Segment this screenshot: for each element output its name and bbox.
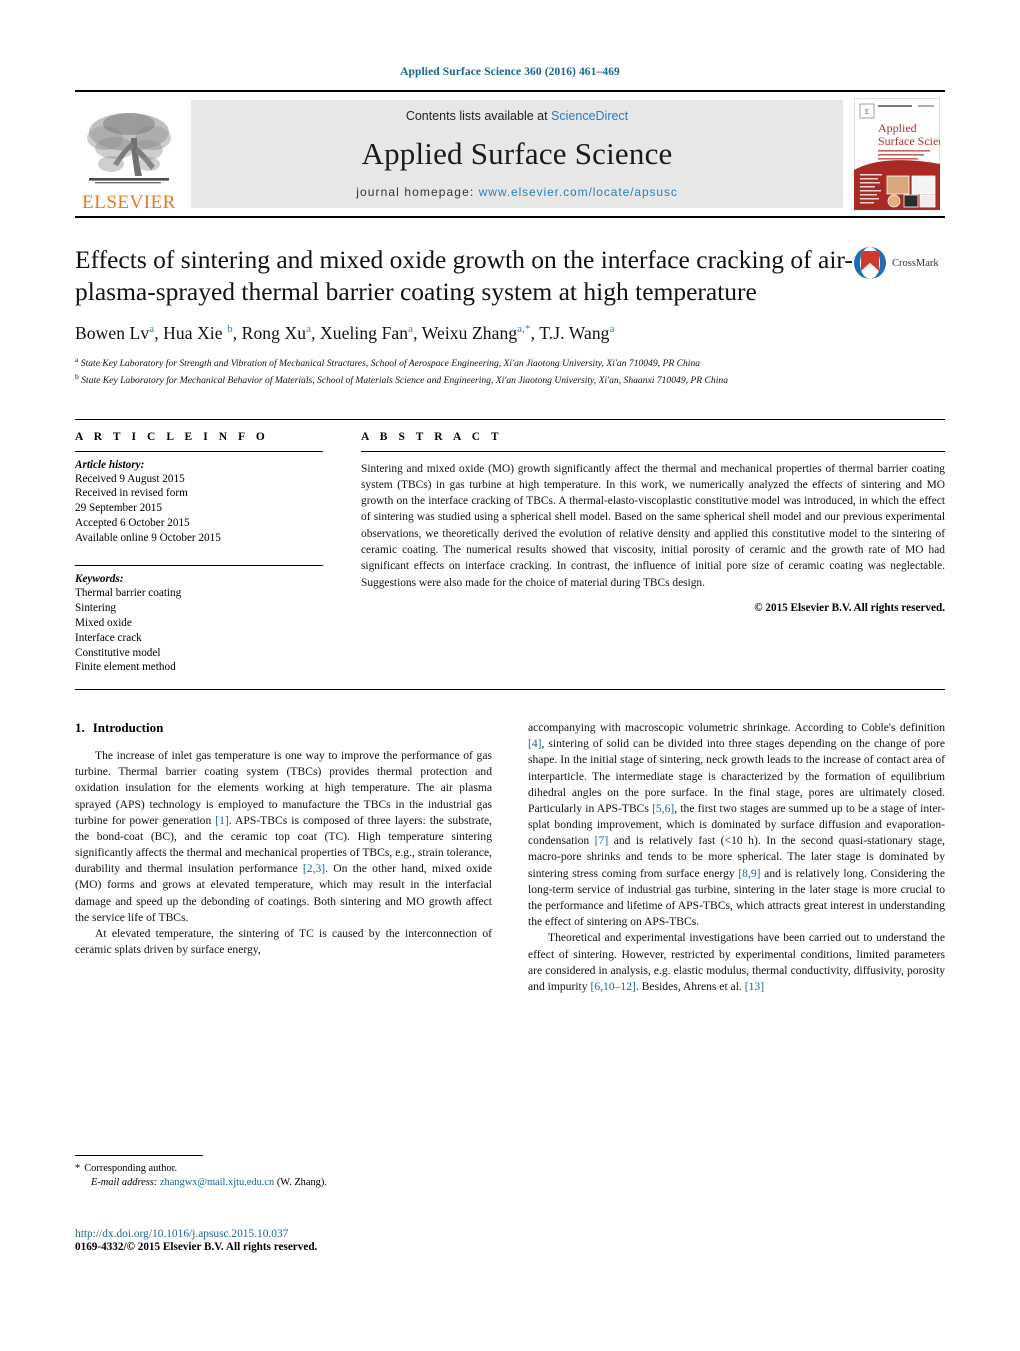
contents-prefix: Contents lists available at: [405, 109, 552, 123]
article-history-3: Accepted 6 October 2015: [75, 516, 190, 529]
article-history-0: Received 9 August 2015: [75, 472, 185, 485]
abstract-copyright: © 2015 Elsevier B.V. All rights reserved…: [754, 601, 945, 614]
article-info-heading: A R T I C L E I N F O: [75, 430, 269, 443]
title-block: Effects of sintering and mixed oxide gro…: [75, 244, 945, 389]
article-history-4: Available online 9 October 2015: [75, 531, 221, 544]
svg-text:E: E: [865, 108, 869, 116]
corresponding-author-line: * Corresponding author.: [75, 1162, 492, 1176]
abstract-column: A B S T R A C T Sintering and mixed oxid…: [345, 431, 945, 676]
intro-paragraph-2-cont: accompanying with macroscopic volumetric…: [528, 721, 945, 929]
journal-masthead: ELSEVIER Contents lists available at Sci…: [75, 90, 945, 218]
abstract-text: Sintering and mixed oxide (MO) growth si…: [361, 462, 945, 589]
svg-text:Applied: Applied: [878, 121, 917, 135]
homepage-prefix: journal homepage:: [356, 185, 479, 199]
elsevier-logo: ELSEVIER: [75, 92, 183, 216]
journal-homepage-link[interactable]: www.elsevier.com/locate/apsusc: [479, 185, 678, 199]
keyword-1: Sintering: [75, 602, 117, 615]
affiliation-b-text: State Key Laboratory for Mechanical Beha…: [81, 375, 728, 387]
intro-paragraph-3: Theoretical and experimental investigati…: [528, 931, 945, 993]
affiliation-a-text: State Key Laboratory for Strength and Vi…: [80, 358, 701, 370]
keywords-label: Keywords:: [75, 573, 124, 586]
svg-text:Surface Science: Surface Science: [878, 134, 940, 148]
journal-cover-image: E Applied Surface Science: [854, 98, 940, 210]
keywords-rule: [75, 565, 323, 567]
article-page: Applied Surface Science 360 (2016) 461–4…: [0, 0, 1020, 1351]
running-head: Applied Surface Science 360 (2016) 461–4…: [400, 66, 620, 78]
journal-band: Contents lists available at ScienceDirec…: [191, 100, 843, 208]
crossmark-badge[interactable]: CrossMark: [853, 246, 945, 280]
keyword-0: Thermal barrier coating: [75, 587, 182, 600]
journal-homepage-line: journal homepage: www.elsevier.com/locat…: [356, 185, 678, 199]
abstract-heading: A B S T R A C T: [361, 430, 503, 443]
affiliations: a State Key Laboratory for Strength and …: [75, 355, 945, 388]
article-info-column: A R T I C L E I N F O Article history: R…: [75, 431, 345, 676]
email-label: E-mail address:: [91, 1177, 158, 1189]
elsevier-tree-icon: [87, 113, 171, 184]
journal-title: Applied Surface Science: [361, 136, 673, 171]
keyword-5: Finite element method: [75, 661, 176, 674]
intro-paragraph-2: At elevated temperature, the sintering o…: [75, 926, 492, 957]
affiliation-b: b State Key Laboratory for Mechanical Be…: [75, 372, 945, 388]
abstract-rule: [361, 450, 945, 452]
body-column-left: 1. Introduction The increase of inlet gas…: [75, 720, 492, 995]
crossmark-label: CrossMark: [892, 257, 939, 269]
article-title: Effects of sintering and mixed oxide gro…: [75, 245, 853, 307]
info-abstract-section: A R T I C L E I N F O Article history: R…: [75, 418, 945, 691]
article-history-label: Article history:: [75, 458, 145, 471]
keyword-4: Constitutive model: [75, 646, 161, 659]
section-label: Introduction: [92, 720, 164, 736]
affiliation-a: a State Key Laboratory for Strength and …: [75, 355, 945, 371]
email-suffix: (W. Zhang).: [276, 1177, 327, 1189]
article-history-2: 29 September 2015: [75, 502, 162, 515]
body-column-right: accompanying with macroscopic volumetric…: [528, 720, 945, 995]
keywords-block: Keywords: Thermal barrier coating Sinter…: [75, 565, 323, 675]
elsevier-wordmark: ELSEVIER: [82, 192, 176, 213]
email-line: E-mail address: zhangwx@mail.xjtu.edu.cn…: [75, 1176, 492, 1190]
doi-link[interactable]: http://dx.doi.org/10.1016/j.apsusc.2015.…: [75, 1228, 505, 1240]
body-columns: 1. Introduction The increase of inlet gas…: [75, 720, 945, 995]
article-history-1: Received in revised form: [75, 487, 188, 500]
intro-paragraph-1: The increase of inlet gas temperature is…: [75, 749, 492, 924]
affiliation-b-marker: b: [75, 372, 79, 382]
keyword-3: Interface crack: [75, 631, 142, 644]
author-list: Bowen Lva, Hua Xie b, Rong Xua, Xueling …: [75, 323, 615, 344]
journal-cover-thumbnail: E Applied Surface Science: [849, 92, 945, 216]
footnote-rule: [75, 1155, 203, 1156]
contents-lists-line: Contents lists available at ScienceDirec…: [406, 109, 628, 123]
keyword-2: Mixed oxide: [75, 616, 132, 629]
corresponding-author-footnote: * Corresponding author. E-mail address: z…: [75, 1155, 492, 1191]
article-info-rule: [75, 450, 323, 452]
section-number: 1.: [75, 720, 85, 736]
sciencedirect-link[interactable]: ScienceDirect: [551, 109, 628, 123]
crossmark-icon: [854, 247, 886, 279]
corresponding-marker: *: [75, 1163, 81, 1174]
affiliation-a-marker: a: [75, 355, 79, 365]
email-link[interactable]: zhangwx@mail.xjtu.edu.cn: [160, 1177, 274, 1188]
issn-copyright-line: 0169-4332/© 2015 Elsevier B.V. All right…: [75, 1241, 318, 1253]
section-title-introduction: 1. Introduction: [75, 720, 492, 736]
doi-footer: http://dx.doi.org/10.1016/j.apsusc.2015.…: [75, 1228, 505, 1253]
corresponding-text: Corresponding author.: [84, 1163, 178, 1174]
